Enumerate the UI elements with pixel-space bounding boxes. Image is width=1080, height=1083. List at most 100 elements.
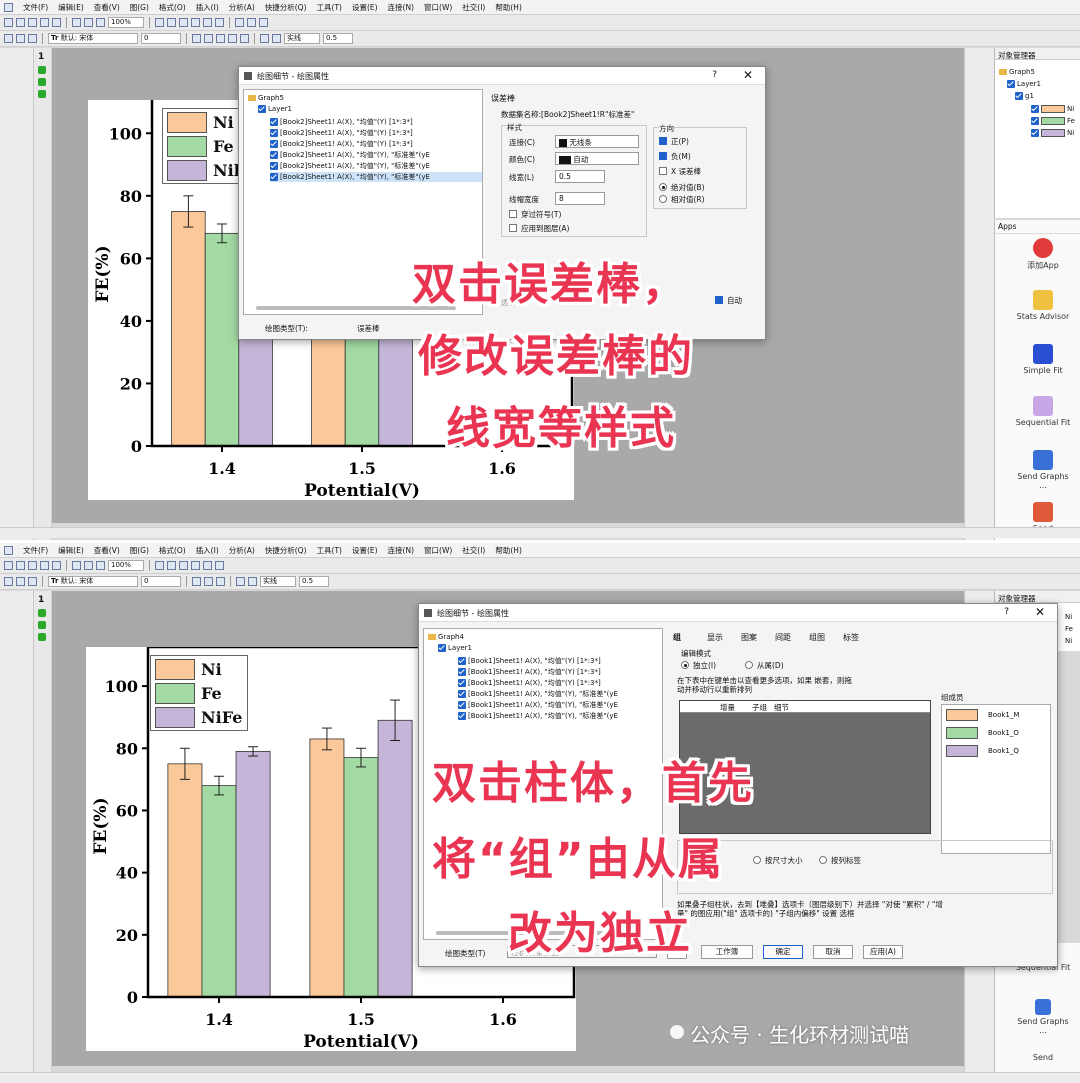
color-select[interactable]: 自动	[555, 152, 639, 165]
checkbox-icon[interactable]	[458, 668, 466, 676]
fit-page-icon[interactable]	[167, 561, 176, 570]
tree-plot-item[interactable]: [Book1]Sheet1! A(X), "均值"(Y) [1*:3*]	[458, 667, 601, 677]
bold-icon[interactable]	[192, 34, 201, 43]
table-icon[interactable]	[191, 18, 200, 27]
workbook-button[interactable]: 工作簿	[701, 945, 753, 959]
tab-stack[interactable]: 组图	[809, 632, 825, 643]
merge-icon[interactable]	[28, 34, 37, 43]
subscript-icon[interactable]	[240, 34, 249, 43]
fill-color-icon[interactable]	[236, 577, 245, 586]
plus-checkbox[interactable]	[659, 137, 667, 145]
app-send[interactable]: Send	[1013, 1053, 1073, 1062]
line-style-field[interactable]: 实线	[260, 576, 296, 587]
save-icon[interactable]	[52, 18, 61, 27]
relative-radio[interactable]	[659, 195, 667, 203]
checkbox-icon[interactable]	[258, 105, 266, 113]
plot-setup-icon[interactable]	[4, 577, 13, 586]
member-fe[interactable]: Book1_O	[946, 727, 1019, 739]
tree-graph-node[interactable]: Graph5	[248, 94, 284, 102]
menu-edit[interactable]: 编辑(E)	[58, 545, 84, 556]
close-button[interactable]: ✕	[1035, 605, 1045, 619]
chart-legend[interactable]: Ni Fe Nil	[162, 108, 244, 184]
checkbox-icon[interactable]	[270, 173, 278, 181]
refresh-icon[interactable]	[96, 18, 105, 27]
matrix-icon[interactable]	[203, 18, 212, 27]
zoom-field[interactable]: 100%	[108, 560, 144, 571]
tree-plot-item[interactable]: [Book1]Sheet1! A(X), "均值"(Y) [1*:3*]	[458, 678, 601, 688]
line-width-field[interactable]: 0.5	[299, 576, 329, 587]
merge-icon[interactable]	[28, 577, 37, 586]
checkbox-icon[interactable]	[1007, 80, 1015, 88]
print-icon[interactable]	[84, 18, 93, 27]
plot-setup-icon[interactable]	[4, 34, 13, 43]
underline-icon[interactable]	[216, 577, 225, 586]
independent-radio[interactable]	[681, 661, 689, 669]
tree-graph-node[interactable]: Graph4	[428, 633, 464, 641]
om-plot-ni[interactable]: Ni	[1065, 613, 1072, 621]
tree-plot-item[interactable]: [Book1]Sheet1! A(X), "均值"(Y) [1*:3*]	[458, 656, 601, 666]
app-stats-advisor[interactable]: Stats Advisor	[1013, 290, 1073, 321]
cancel-button[interactable]: 取消	[813, 945, 853, 959]
italic-icon[interactable]	[204, 577, 213, 586]
notes-icon[interactable]	[215, 561, 224, 570]
member-nife[interactable]: Book1_Q	[946, 745, 1019, 757]
layer-contents-icon[interactable]	[16, 577, 25, 586]
tree-plot-item[interactable]: [Book2]Sheet1! A(X), "均值"(Y) [1*:3*]	[270, 139, 413, 149]
page-thumb-icon[interactable]	[38, 609, 46, 617]
checkbox-icon[interactable]	[458, 701, 466, 709]
menu-view[interactable]: 查看(V)	[94, 2, 120, 13]
menu-format[interactable]: 格式(O)	[159, 2, 186, 13]
order-label-radio[interactable]	[819, 856, 827, 864]
checkbox-icon[interactable]	[438, 644, 446, 652]
om-layer-node[interactable]: Layer1	[1007, 80, 1041, 88]
checkbox-icon[interactable]	[1031, 117, 1039, 125]
new-project-icon[interactable]	[4, 561, 13, 570]
tree-layer-node[interactable]: Layer1	[438, 644, 472, 652]
line-color-icon[interactable]	[272, 34, 281, 43]
tree-errorbar-item[interactable]: [Book1]Sheet1! A(X), "均值"(Y), "标准差"(yE	[458, 700, 618, 710]
print-icon[interactable]	[84, 561, 93, 570]
page-thumb-icon[interactable]	[38, 66, 46, 74]
menu-format[interactable]: 格式(O)	[159, 545, 186, 556]
menu-window[interactable]: 窗口(W)	[424, 545, 452, 556]
font-size-field[interactable]: 0	[141, 576, 181, 587]
new-graph-icon[interactable]	[28, 561, 37, 570]
menu-social[interactable]: 社交(I)	[462, 545, 485, 556]
tree-errorbar-item[interactable]: [Book2]Sheet1! A(X), "均值"(Y), "标准差"(yE	[270, 150, 430, 160]
help-button[interactable]: ?	[1004, 607, 1009, 617]
menu-edit[interactable]: 编辑(E)	[58, 2, 84, 13]
fit-page-icon[interactable]	[167, 18, 176, 27]
menu-quick-analysis[interactable]: 快捷分析(Q)	[265, 545, 307, 556]
page-thumb-icon[interactable]	[38, 633, 46, 641]
page-thumb-icon[interactable]	[38, 90, 46, 98]
tree-errorbar-item[interactable]: [Book2]Sheet1! A(X), "均值"(Y), "标准差"(yE	[270, 161, 430, 171]
tree-errorbar-item[interactable]: [Book1]Sheet1! A(X), "均值"(Y), "标准差"(yE	[458, 711, 618, 721]
menu-analysis[interactable]: 分析(A)	[229, 545, 255, 556]
italic-icon[interactable]	[204, 34, 213, 43]
bold-icon[interactable]	[192, 577, 201, 586]
dependent-radio[interactable]	[745, 661, 753, 669]
menu-tools[interactable]: 工具(T)	[317, 545, 342, 556]
apply-layer-checkbox[interactable]	[509, 224, 517, 232]
menu-connect[interactable]: 连接(N)	[388, 2, 414, 13]
font-field[interactable]: Tr 默认: 宋体	[48, 576, 138, 587]
script-icon[interactable]	[235, 18, 244, 27]
ok-button[interactable]: 确定	[763, 945, 803, 959]
om-plot-nife[interactable]: Ni	[1031, 129, 1074, 137]
tree-errorbar-item-selected[interactable]: [Book2]Sheet1! A(X), "均值"(Y), "标准差"(yE	[270, 172, 482, 182]
font-field[interactable]: Tr 默认: 宋体	[48, 33, 138, 44]
refresh-icon[interactable]	[96, 561, 105, 570]
menu-settings[interactable]: 设置(E)	[352, 545, 378, 556]
layer-contents-icon[interactable]	[16, 34, 25, 43]
layer-icon[interactable]	[179, 561, 188, 570]
results-log-icon[interactable]	[247, 18, 256, 27]
om-plot-fe[interactable]: Fe	[1031, 117, 1075, 125]
tab-pattern[interactable]: 图案	[741, 632, 757, 643]
auto-checkbox[interactable]	[715, 296, 723, 304]
menu-graph[interactable]: 图(G)	[130, 545, 149, 556]
tab-error-bar[interactable]: 误差棒	[491, 93, 515, 104]
tab-display[interactable]: 显示	[707, 632, 723, 643]
fill-color-icon[interactable]	[260, 34, 269, 43]
tree-layer-node[interactable]: Layer1	[258, 105, 292, 113]
menu-quick-analysis[interactable]: 快捷分析(Q)	[265, 2, 307, 13]
